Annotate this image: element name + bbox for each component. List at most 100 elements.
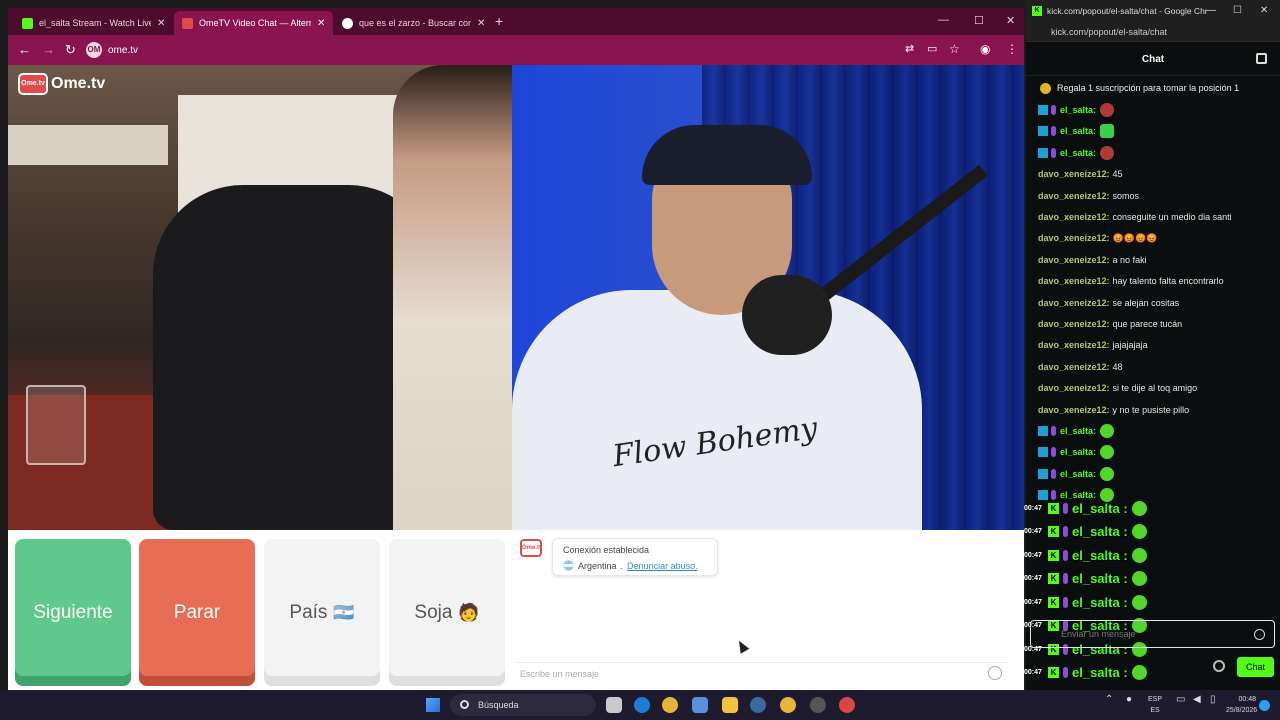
chat-text: se alejan cositas xyxy=(1112,297,1180,308)
chat-message: davo_xeneize12: y no te pusiste pillo xyxy=(1038,402,1189,418)
edge-icon[interactable] xyxy=(634,697,650,713)
back-arrow-icon[interactable]: ← xyxy=(18,42,31,57)
mic-badge-icon xyxy=(1051,105,1056,115)
popout-window-title: kick.com/popout/el-salta/chat - Google C… xyxy=(1047,6,1207,16)
file-explorer-icon[interactable] xyxy=(722,697,738,713)
chat-text: hay talento falta encontrarlo xyxy=(1112,276,1224,287)
mic-badge-icon xyxy=(1051,147,1056,158)
minimize-icon[interactable]: — xyxy=(938,14,949,26)
emoji-picker-icon[interactable] xyxy=(1254,629,1265,640)
windows-start-icon[interactable] xyxy=(426,698,440,712)
minimize-icon[interactable]: — xyxy=(1206,5,1216,16)
maximize-icon[interactable]: ☐ xyxy=(974,14,984,27)
chat-username[interactable]: el_salta: xyxy=(1060,447,1096,457)
microphone-icon[interactable]: ● xyxy=(1126,694,1132,705)
chat-username[interactable]: davo_xeneize12: xyxy=(1038,383,1110,393)
battery-icon[interactable]: ▯ xyxy=(1210,694,1216,705)
network-icon[interactable]: ▭ xyxy=(1176,694,1185,705)
argentina-flag-icon: 🇦🇷 xyxy=(333,602,355,622)
chat-username[interactable]: davo_xeneize12: xyxy=(1038,298,1110,308)
mic-badge-icon xyxy=(1051,490,1056,501)
menu-kebab-icon[interactable]: ⋮ xyxy=(1006,42,1018,56)
maximize-icon[interactable]: ☐ xyxy=(1233,5,1242,16)
chat-username[interactable]: davo_xeneize12: xyxy=(1038,233,1110,243)
stop-button[interactable]: Parar xyxy=(139,539,255,686)
chat-username[interactable]: el_salta: xyxy=(1060,148,1096,158)
chat-settings-icon[interactable] xyxy=(1256,53,1267,64)
tray-up-icon[interactable]: ⌃ xyxy=(1105,694,1113,705)
chat-text: y no te pusiste pillo xyxy=(1112,404,1190,415)
store-icon[interactable] xyxy=(692,697,708,713)
taskbar-search[interactable]: Búsqueda xyxy=(450,694,596,716)
chat-username[interactable]: davo_xeneize12: xyxy=(1038,362,1110,372)
chrome-profile-icon[interactable] xyxy=(839,697,855,713)
chat-username[interactable]: el_salta: xyxy=(1060,426,1096,436)
task-view-icon[interactable] xyxy=(606,697,622,713)
video-microphone xyxy=(742,275,832,355)
chat-username[interactable]: davo_xeneize12: xyxy=(1038,191,1110,201)
close-tab-icon[interactable]: ✕ xyxy=(477,18,485,29)
notification-icon[interactable] xyxy=(1259,700,1270,711)
pinned-gift-banner[interactable]: Regala 1 suscripción para tomar la posic… xyxy=(1040,80,1275,96)
gift-coin-icon xyxy=(1040,82,1051,94)
language-indicator[interactable]: ESP ES xyxy=(1148,694,1162,716)
chat-username[interactable]: el_salta: xyxy=(1060,105,1096,115)
chat-send-button[interactable]: Chat xyxy=(1237,657,1274,677)
emoji-icon[interactable] xyxy=(988,666,1002,680)
close-window-icon[interactable]: ✕ xyxy=(1006,14,1015,27)
obs-icon[interactable] xyxy=(810,697,826,713)
chat-username[interactable]: davo_xeneize12: xyxy=(1038,169,1110,179)
volume-icon[interactable]: ◀ xyxy=(1193,694,1201,705)
clock-date: 25/8/2026 xyxy=(1226,707,1258,714)
ometv-controls: Siguiente Parar País 🇦🇷 Soja 🧑 xyxy=(8,530,512,690)
chat-text: somos xyxy=(1112,190,1140,201)
next-button[interactable]: Siguiente xyxy=(15,539,131,686)
site-info-icon[interactable]: OM xyxy=(86,42,102,58)
chat-username[interactable]: el_salta: xyxy=(1060,469,1096,479)
new-tab-button[interactable]: + xyxy=(495,13,503,29)
forward-arrow-icon[interactable]: → xyxy=(42,42,55,57)
country-button[interactable]: País 🇦🇷 xyxy=(264,539,380,686)
chat-username[interactable]: el_salta: xyxy=(1060,126,1096,136)
chat-username[interactable]: davo_xeneize12: xyxy=(1038,255,1110,265)
bookmark-star-icon[interactable]: ☆ xyxy=(949,42,960,56)
close-tab-icon[interactable]: ✕ xyxy=(317,18,325,29)
gender-button[interactable]: Soja 🧑 xyxy=(389,539,505,686)
cast-icon[interactable]: ▭ xyxy=(927,42,937,55)
url-text[interactable]: ome.tv xyxy=(108,45,138,56)
message-input[interactable]: Escribe un mensaje xyxy=(516,662,1008,686)
chat-message: davo_xeneize12: 48 xyxy=(1038,359,1123,375)
chrome-active-icon[interactable] xyxy=(780,697,796,713)
chat-username[interactable]: el_salta: xyxy=(1060,490,1096,500)
chat-username[interactable]: davo_xeneize12: xyxy=(1038,405,1110,415)
chat-header-title: Chat xyxy=(1141,54,1165,65)
emote-icon xyxy=(1100,466,1115,481)
close-window-icon[interactable]: ✕ xyxy=(1260,5,1268,16)
popout-url[interactable]: kick.com/popout/el-salta/chat xyxy=(1026,22,1280,42)
profile-icon[interactable]: ◉ xyxy=(980,42,990,56)
video-person-front xyxy=(393,65,512,530)
send-message-input[interactable]: Enviar un mensaje xyxy=(1030,620,1275,648)
chat-text: 48 xyxy=(1112,361,1123,372)
settings-gear-icon[interactable] xyxy=(1213,660,1225,672)
taskbar-clock[interactable]: 00:48 25/8/2026 xyxy=(1226,694,1258,716)
address-bar[interactable]: OM ome.tv xyxy=(86,39,896,61)
close-tab-icon[interactable]: ✕ xyxy=(157,18,165,29)
reload-icon[interactable]: ↻ xyxy=(65,42,76,58)
chrome-icon[interactable] xyxy=(662,697,678,713)
kick-logo-icon: K xyxy=(1032,6,1042,16)
tab-label: el_salta Stream - Watch Live on Kick xyxy=(39,18,151,28)
broadcaster-badge-icon xyxy=(1038,105,1048,115)
chat-username[interactable]: davo_xeneize12: xyxy=(1038,319,1110,329)
emote-icon xyxy=(1100,445,1115,460)
chat-username[interactable]: davo_xeneize12: xyxy=(1038,276,1110,286)
chat-username[interactable]: davo_xeneize12: xyxy=(1038,340,1110,350)
translate-icon[interactable]: ⇄ xyxy=(905,42,914,55)
tab-kick[interactable]: el_salta Stream - Watch Live on Kick ✕ xyxy=(14,11,173,35)
mic-badge-icon xyxy=(1051,126,1056,137)
chat-username[interactable]: davo_xeneize12: xyxy=(1038,212,1110,222)
steam-icon[interactable] xyxy=(750,697,766,713)
tab-ometv[interactable]: OmeTV Video Chat — Alternative ✕ xyxy=(174,11,334,35)
tab-google[interactable]: que es el zarzo - Buscar con Google ✕ xyxy=(334,11,493,35)
report-abuse-link[interactable]: Denunciar abuso. xyxy=(627,561,698,571)
